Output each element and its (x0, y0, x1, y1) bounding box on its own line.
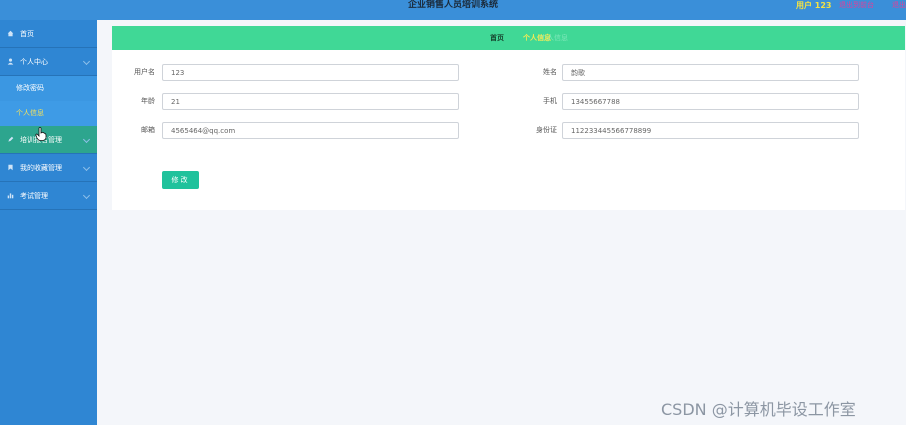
username-field[interactable] (162, 64, 459, 81)
sidebar-item-label: 我的收藏管理 (20, 164, 62, 172)
sidebar-item-label: 首页 (20, 30, 34, 38)
home-icon (7, 30, 14, 37)
username-label: 用户名 (134, 68, 155, 76)
breadcrumb: 首页 个人信息 个人信息 (112, 26, 905, 50)
chevron-down-icon (82, 57, 91, 66)
sidebar-item-label: 考试管理 (20, 192, 48, 200)
name-label: 姓名 (543, 68, 557, 76)
user-icon (7, 58, 14, 65)
chevron-down-icon (82, 135, 91, 144)
sidebar: 首页 个人中心 修改密码 个人信息 培训报名管理 我的收藏管理 考试管理 (0, 20, 97, 425)
submenu-item-personal-info[interactable]: 个人信息 (0, 101, 97, 126)
sidebar-item-home[interactable]: 首页 (0, 20, 97, 48)
idcard-label: 身份证 (536, 126, 557, 134)
sidebar-item-label: 个人中心 (20, 58, 48, 66)
sidebar-item-exam-management[interactable]: 考试管理 (0, 182, 97, 210)
age-label: 年龄 (141, 97, 155, 105)
hand-cursor-icon (35, 127, 47, 141)
exit-to-frontend-link[interactable]: 退出到前台 (839, 0, 874, 11)
app-title: 企业销售人员培训系统 (407, 0, 498, 10)
profile-form-card: 用户名 姓名 年龄 手机 邮箱 身份证 修改 (112, 50, 905, 210)
age-field[interactable] (162, 93, 459, 110)
watermark: CSDN @计算机毕设工作室 (661, 400, 856, 419)
chevron-down-icon (82, 191, 91, 200)
breadcrumb-home[interactable]: 首页 (490, 26, 504, 50)
idcard-field[interactable] (562, 122, 859, 139)
phone-label: 手机 (543, 97, 557, 105)
main-content: 首页 个人信息 个人信息 用户名 姓名 年龄 手机 邮箱 身份证 修改 (97, 20, 906, 425)
bar-chart-icon (7, 193, 14, 199)
submit-button[interactable]: 修改 (162, 171, 199, 189)
pencil-icon (8, 136, 14, 142)
chevron-down-icon (82, 163, 91, 172)
current-user: 用户 123 (796, 1, 832, 10)
bookmark-icon (8, 164, 13, 171)
sidebar-item-training-registration[interactable]: 培训报名管理 (0, 126, 97, 154)
name-field[interactable] (562, 64, 859, 81)
top-bar: 企业销售人员培训系统 用户 123 退出到前台 退出 (0, 0, 906, 20)
personal-center-submenu: 修改密码 个人信息 (0, 76, 97, 126)
phone-field[interactable] (562, 93, 859, 110)
sidebar-item-favorites[interactable]: 我的收藏管理 (0, 154, 97, 182)
email-label: 邮箱 (141, 126, 155, 134)
logout-link[interactable]: 退出 (892, 0, 906, 11)
email-field[interactable] (162, 122, 459, 139)
sidebar-item-personal-center[interactable]: 个人中心 (0, 48, 97, 76)
breadcrumb-ghost: 个人信息 (540, 34, 568, 42)
submenu-item-change-password[interactable]: 修改密码 (0, 76, 97, 101)
